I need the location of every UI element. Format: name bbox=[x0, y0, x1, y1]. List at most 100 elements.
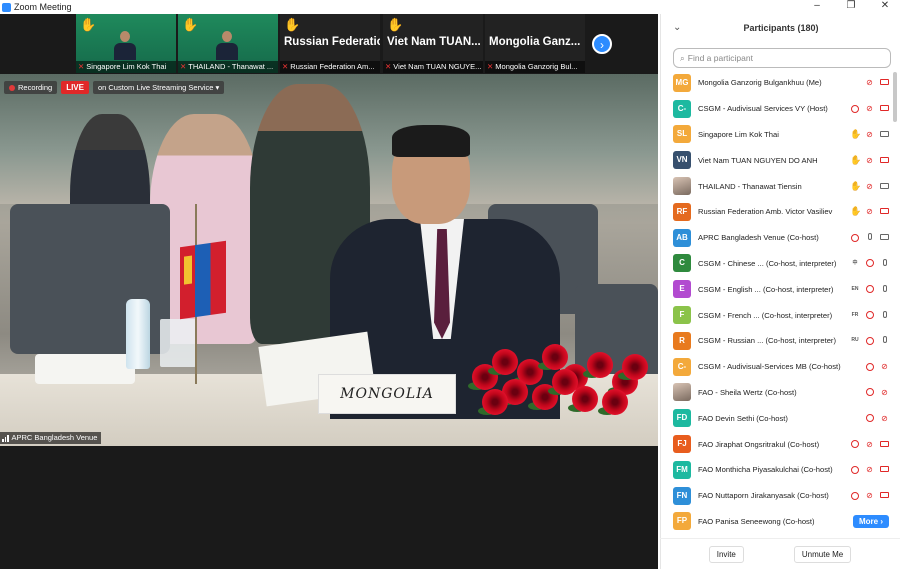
participant-name: FAO Monthicha Piyasakulchai (Co-host) bbox=[698, 465, 833, 475]
video-icon bbox=[880, 233, 889, 242]
venue-label-text: APRC Bangladesh Venue bbox=[11, 433, 98, 442]
participant-row[interactable]: RF Russian Federation Amb. Victor Vasilie… bbox=[661, 199, 900, 225]
minimize-button[interactable]: – bbox=[810, 0, 824, 11]
participant-status-icons: ✋ ⊘ bbox=[850, 129, 889, 139]
participant-status-icons: EN bbox=[850, 284, 889, 294]
flower-arrangement bbox=[462, 324, 652, 419]
participant-row[interactable]: THAILAND - Thanawat Tiensin ✋ ⊘ bbox=[661, 173, 900, 199]
participant-row[interactable]: FM FAO Monthicha Piyasakulchai (Co-host) ⊘ bbox=[661, 457, 900, 483]
participant-name: CSGM - Audivisual-Services MB (Co-host) bbox=[698, 362, 841, 372]
participant-row[interactable]: VN Viet Nam TUAN NGUYEN DO ANH ✋ ⊘ bbox=[661, 147, 900, 173]
avatar: E bbox=[673, 280, 691, 299]
flower bbox=[542, 344, 568, 370]
mic-off-icon: ✕ bbox=[487, 62, 494, 71]
mic-off-icon: ✕ bbox=[180, 62, 187, 71]
interpretation-icon bbox=[851, 440, 859, 449]
gallery-next-button[interactable]: › bbox=[592, 34, 612, 54]
live-stream-menu[interactable]: on Custom Live Streaming Service ▾ bbox=[92, 81, 225, 94]
gallery-tile[interactable]: ✋ ✕ THAILAND - Thanawat ... bbox=[178, 14, 278, 73]
participant-row[interactable]: F CSGM - French ... (Co-host, interpreter… bbox=[661, 302, 900, 328]
signal-bars-icon bbox=[2, 434, 9, 442]
mic-off-icon: ✕ bbox=[282, 62, 289, 71]
gallery-tile[interactable]: ✋ ✕ Singapore Lim Kok Thai bbox=[76, 14, 176, 73]
tile-name-text: Viet Nam TUAN NGUYE... bbox=[393, 62, 482, 71]
participants-panel: ⌄ Participants (180) ⌕ Find a participan… bbox=[660, 14, 900, 569]
tile-name-text: THAILAND - Thanawat ... bbox=[188, 62, 274, 71]
participant-status-icons: ✋ ⊘ bbox=[850, 155, 889, 165]
recording-indicator[interactable]: Recording bbox=[4, 81, 58, 94]
participant-row[interactable]: FJ FAO Jiraphat Ongsritrakul (Co-host) ⊘ bbox=[661, 431, 900, 457]
avatar: FJ bbox=[673, 435, 691, 454]
video-icon bbox=[880, 130, 889, 139]
mic-off-icon: ⊘ bbox=[866, 207, 873, 217]
participant-row[interactable]: C- CSGM - Audivisual Services VY (Host) ⊘ bbox=[661, 96, 900, 122]
avatar: AB bbox=[673, 228, 691, 247]
flower bbox=[572, 386, 598, 412]
participants-footer: Invite Unmute Me bbox=[660, 538, 900, 569]
language-icon: 中 bbox=[852, 259, 858, 266]
participant-search-input[interactable]: ⌕ Find a participant bbox=[673, 48, 891, 68]
interpretation-icon bbox=[866, 362, 874, 371]
interpretation-icon bbox=[866, 311, 874, 320]
participant-status-icons: ⊘ bbox=[865, 78, 889, 87]
tile-name-label: ✕ Mongolia Ganzorig Bul... bbox=[485, 61, 585, 73]
interpretation-icon bbox=[866, 414, 874, 423]
participant-name: CSGM - Chinese ... (Co-host, interpreter… bbox=[698, 258, 837, 268]
participant-name: FAO Jiraphat Ongsritrakul (Co-host) bbox=[698, 439, 820, 449]
water-glass bbox=[160, 319, 196, 367]
tissue-box bbox=[35, 354, 135, 384]
interpretation-icon bbox=[866, 285, 874, 294]
avatar: MG bbox=[673, 73, 691, 92]
interpretation-icon bbox=[866, 259, 874, 268]
avatar bbox=[673, 177, 691, 196]
gallery-tile[interactable]: ✋ Viet Nam TUAN... ✕ Viet Nam TUAN NGUYE... bbox=[383, 14, 483, 73]
participant-row[interactable]: C CSGM - Chinese ... (Co-host, interprete… bbox=[661, 251, 900, 277]
video-off-icon bbox=[880, 440, 889, 449]
recording-bar: Recording LIVE on Custom Live Streaming … bbox=[4, 80, 225, 95]
unmute-me-button[interactable]: Unmute Me bbox=[793, 545, 852, 563]
more-button[interactable]: More › bbox=[853, 514, 889, 528]
participant-status-icons: 中 bbox=[850, 258, 889, 268]
participant-name: CSGM - Audivisual Services VY (Host) bbox=[698, 104, 828, 114]
participant-row[interactable]: AB APRC Bangladesh Venue (Co-host) bbox=[661, 225, 900, 251]
mic-icon bbox=[880, 310, 889, 320]
participant-row[interactable]: R CSGM - Russian ... (Co-host, interprete… bbox=[661, 328, 900, 354]
participant-row[interactable]: SL Singapore Lim Kok Thai ✋ ⊘ bbox=[661, 122, 900, 148]
participant-row[interactable]: FAO - Sheila Wertz (Co-host) ⊘ bbox=[661, 380, 900, 406]
avatar: VN bbox=[673, 151, 691, 170]
raised-hand-icon: ✋ bbox=[80, 17, 97, 32]
invite-button[interactable]: Invite bbox=[708, 545, 744, 563]
tile-name-label: ✕ THAILAND - Thanawat ... bbox=[178, 61, 278, 73]
participant-name: CSGM - Russian ... (Co-host, interpreter… bbox=[698, 336, 836, 346]
participant-status-icons: FR bbox=[850, 310, 889, 320]
participant-video bbox=[216, 31, 238, 61]
participant-status-icons: ✋ ⊘ bbox=[850, 207, 889, 216]
maximize-button[interactable]: ❐ bbox=[844, 0, 858, 11]
mic-icon bbox=[880, 284, 889, 294]
participant-row[interactable]: C- CSGM - Audivisual-Services MB (Co-host… bbox=[661, 354, 900, 380]
interpretation-icon bbox=[851, 233, 859, 242]
tile-name-label: ✕ Singapore Lim Kok Thai bbox=[76, 61, 176, 73]
participant-name: CSGM - English ... (Co-host, interpreter… bbox=[698, 284, 834, 294]
raised-hand-icon: ✋ bbox=[284, 17, 301, 32]
zoom-logo-icon bbox=[2, 2, 11, 12]
participant-status-icons bbox=[851, 233, 889, 242]
participant-row[interactable]: FP FAO Panisa Seneewong (Co-host) More › bbox=[661, 509, 900, 535]
close-button[interactable]: ✕ bbox=[878, 0, 892, 11]
nameplate: MONGOLIA bbox=[318, 374, 456, 414]
mic-icon bbox=[865, 233, 874, 242]
flower bbox=[622, 354, 648, 380]
interpretation-icon bbox=[851, 104, 859, 113]
participant-row[interactable]: FD FAO Devin Sethi (Co-host) ⊘ bbox=[661, 405, 900, 431]
mic-icon bbox=[880, 336, 889, 345]
participant-row[interactable]: MG Mongolia Ganzorig Bulgankhuu (Me) ⊘ bbox=[661, 70, 900, 96]
gallery-tile[interactable]: ✋ Russian Federation... ✕Russian Federatio… bbox=[280, 14, 380, 73]
mic-off-icon: ⊘ bbox=[866, 78, 873, 88]
participant-row[interactable]: E CSGM - English ... (Co-host, interprete… bbox=[661, 276, 900, 302]
participant-status-icons: ✋ ⊘ bbox=[850, 181, 889, 191]
participant-list-scrollbar[interactable] bbox=[893, 72, 897, 122]
gallery-tile[interactable]: Mongolia Ganz... ✕ Mongolia Ganzorig Bul..… bbox=[485, 14, 585, 73]
window-controls: – ❐ ✕ bbox=[810, 0, 892, 11]
tile-name-text: Russian Federation Am... bbox=[290, 62, 375, 71]
participant-row[interactable]: FN FAO Nuttaporn Jirakanyasak (Co-host) ⊘ bbox=[661, 483, 900, 509]
